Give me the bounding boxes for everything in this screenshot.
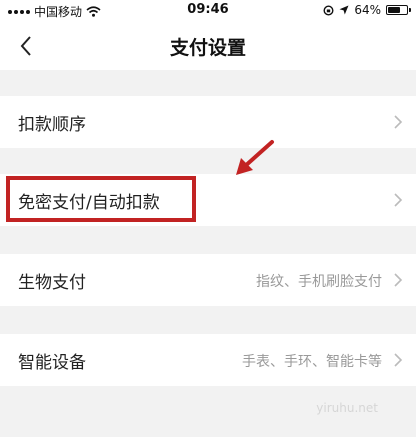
chevron-right-icon — [394, 115, 403, 129]
settings-row-smart-devices[interactable]: 智能设备 手表、手环、智能卡等 — [0, 334, 416, 386]
row-label: 智能设备 — [18, 353, 86, 373]
status-bar: 中国移动 09:46 64% — [0, 0, 416, 22]
nav-bar: 支付设置 — [0, 22, 416, 70]
row-value: 指纹、手机刷脸支付 — [256, 274, 382, 290]
chevron-right-icon — [394, 353, 403, 367]
battery-level — [388, 7, 400, 13]
row-value: 手表、手环、智能卡等 — [242, 354, 382, 370]
settings-row-password-free-payment[interactable]: 免密支付/自动扣款 — [0, 174, 416, 226]
status-right: 64% — [323, 3, 411, 17]
battery-icon — [386, 5, 411, 15]
orientation-lock-icon — [323, 4, 334, 16]
settings-row-biometric-payment[interactable]: 生物支付 指纹、手机刷脸支付 — [0, 254, 416, 306]
page-title: 支付设置 — [169, 37, 246, 59]
row-label: 生物支付 — [18, 273, 86, 293]
settings-row-deduction-order[interactable]: 扣款顺序 — [0, 96, 416, 148]
row-label: 免密支付/自动扣款 — [18, 193, 160, 213]
battery-percent: 64% — [354, 3, 381, 17]
row-label: 扣款顺序 — [18, 115, 86, 135]
watermark: yiruhu.net — [316, 401, 378, 415]
chevron-right-icon — [394, 273, 403, 287]
location-icon — [339, 5, 349, 15]
chevron-right-icon — [394, 193, 403, 207]
